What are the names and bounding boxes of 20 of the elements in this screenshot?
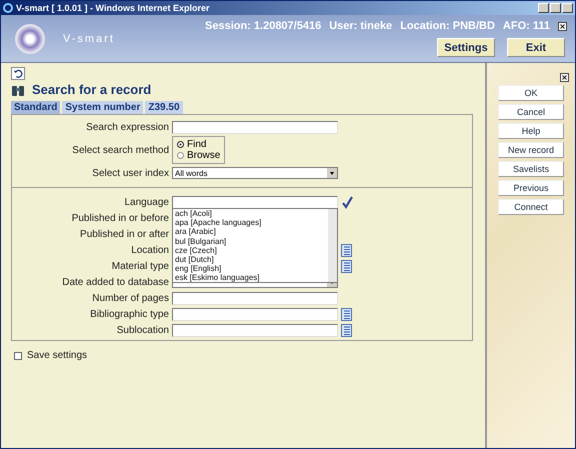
field-label: Select user index: [91, 168, 170, 178]
field-label: Location: [130, 244, 170, 256]
field-label: Published in or after: [79, 228, 170, 240]
field-label: Select search method: [71, 144, 170, 156]
window-title: V-smart [ 1.0.01 ] - Windows Internet Explorer: [16, 3, 210, 13]
checkbox-label: Save settings: [27, 350, 88, 361]
session-info: Session: 1.20807/5416: [205, 20, 322, 32]
session-info: Location: PNB/BD: [400, 20, 495, 32]
field-label: Published in or before: [70, 212, 170, 224]
logo-text: V-smart: [63, 32, 115, 44]
field-label: Search expression: [85, 122, 170, 132]
field-label: Date added to database: [61, 276, 170, 288]
session-info: AFO: 111: [502, 20, 550, 32]
field-label: Number of pages: [91, 292, 170, 304]
field-label: Material type: [110, 260, 170, 272]
field-label: Bibliographic type: [89, 308, 170, 320]
field-label: Sublocation: [116, 324, 170, 336]
page-title: Search for a record: [32, 82, 152, 97]
session-info: User: tineke: [329, 20, 392, 32]
field-label: Language: [124, 196, 170, 208]
